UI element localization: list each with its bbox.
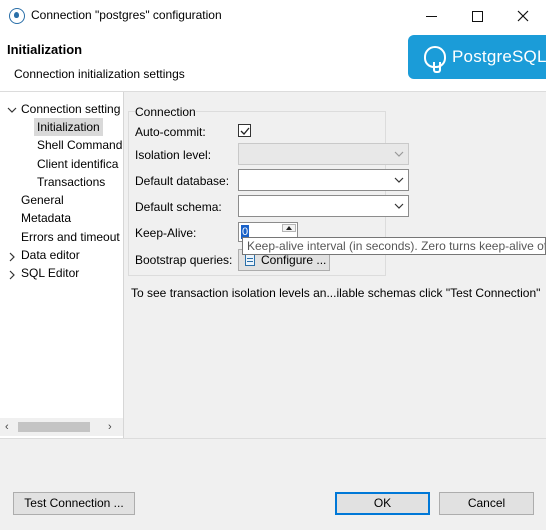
logo-text: PostgreSQL <box>452 47 546 66</box>
keep-alive-tooltip: Keep-alive interval (in seconds). Zero t… <box>242 237 546 255</box>
chevron-down-icon <box>394 203 404 209</box>
scroll-right-icon[interactable]: › <box>108 421 112 433</box>
maximize-icon <box>471 10 483 22</box>
maximize-button[interactable] <box>454 0 500 32</box>
tree-item-initialization[interactable]: Initialization <box>34 118 103 136</box>
tree-item-connection-settings[interactable]: Connection setting <box>21 100 120 118</box>
tree-item-transactions[interactable]: Transactions <box>37 173 105 191</box>
tree-item-client-identification[interactable]: Client identifica <box>37 155 118 173</box>
tree-item-general[interactable]: General <box>21 191 64 209</box>
checkmark-icon <box>240 127 250 135</box>
scroll-left-icon[interactable]: ‹ <box>5 421 9 433</box>
chevron-down-icon <box>394 151 404 157</box>
page-header: Initialization Connection initialization… <box>0 32 546 92</box>
cancel-button[interactable]: Cancel <box>439 492 534 515</box>
page-description: Connection initialization settings <box>14 67 185 81</box>
minimize-icon <box>425 15 437 17</box>
dialog-footer <box>0 438 546 530</box>
tree-item-metadata[interactable]: Metadata <box>21 209 71 227</box>
tree-item-sql-editor[interactable]: SQL Editor <box>21 264 79 282</box>
keep-alive-label: Keep-Alive: <box>135 226 197 240</box>
default-database-label: Default database: <box>135 174 230 188</box>
ok-button[interactable]: OK <box>335 492 430 515</box>
window-title: Connection "postgres" configuration <box>31 8 222 22</box>
chevron-right-icon[interactable] <box>7 269 17 280</box>
bootstrap-queries-label: Bootstrap queries: <box>135 253 233 267</box>
dbeaver-app-icon <box>9 8 25 24</box>
tree-item-shell-command[interactable]: Shell Command <box>37 136 122 154</box>
tree-horizontal-scrollbar[interactable]: ‹ › <box>0 418 123 436</box>
tree-item-data-editor[interactable]: Data editor <box>21 246 80 264</box>
test-connection-button[interactable]: Test Connection ... <box>13 492 135 515</box>
postgresql-logo: PostgreSQL <box>408 35 546 79</box>
settings-tree: Connection setting Initialization Shell … <box>0 92 124 438</box>
close-button[interactable] <box>500 0 546 32</box>
isolation-level-select[interactable] <box>238 143 409 165</box>
connection-group-label: Connection <box>135 105 196 119</box>
minimize-button[interactable] <box>408 0 454 32</box>
document-icon <box>245 254 255 266</box>
test-connection-hint: To see transaction isolation levels an..… <box>131 286 541 300</box>
elephant-icon <box>424 46 446 73</box>
default-schema-select[interactable] <box>238 195 409 217</box>
default-schema-label: Default schema: <box>135 200 222 214</box>
chevron-down-icon[interactable] <box>7 104 17 114</box>
isolation-level-label: Isolation level: <box>135 148 212 162</box>
tree-item-errors-and-timeouts[interactable]: Errors and timeout <box>21 228 120 246</box>
spin-up-icon[interactable] <box>282 224 296 232</box>
auto-commit-checkbox[interactable] <box>238 124 251 137</box>
close-icon <box>517 10 529 22</box>
title-bar: Connection "postgres" configuration <box>0 0 546 32</box>
configure-button-label: Configure ... <box>261 253 327 267</box>
default-database-select[interactable] <box>238 169 409 191</box>
scrollbar-thumb[interactable] <box>18 422 90 432</box>
chevron-down-icon <box>394 177 404 183</box>
page-title: Initialization <box>7 42 83 57</box>
auto-commit-label: Auto-commit: <box>135 125 206 139</box>
chevron-right-icon[interactable] <box>7 251 17 262</box>
